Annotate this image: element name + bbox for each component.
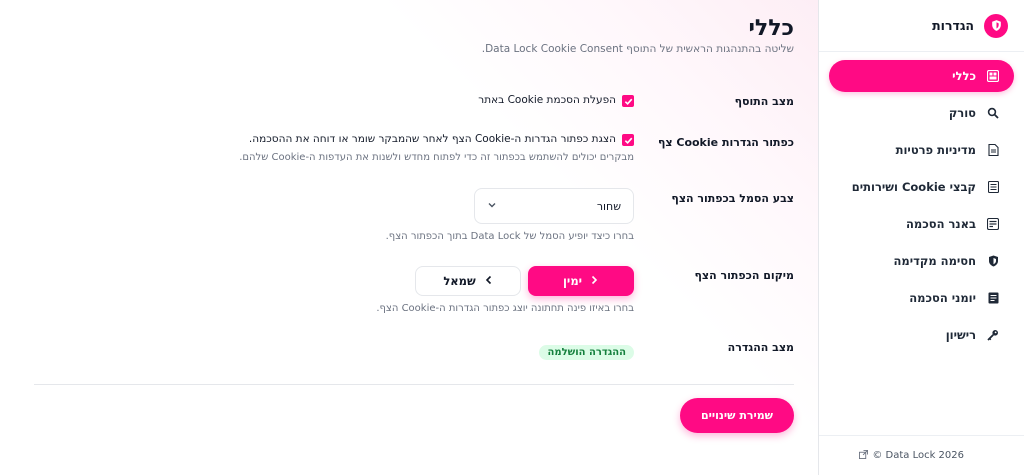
- chevron-down-icon: [487, 200, 497, 213]
- position-right-label: ימין: [562, 274, 583, 288]
- sidebar-item-label: כללי: [952, 69, 976, 83]
- sidebar-title: הגדרות: [932, 18, 974, 33]
- sidebar: הגדרות כללי סורק מדיניות פרטיות קבצי Coo…: [818, 0, 1024, 475]
- icon-color-field: שחור בחרו כיצד יופיע הסמל של Data Lock ב…: [194, 188, 634, 242]
- document-icon: [986, 143, 1000, 157]
- setup-state-field: ההגדרה הושלמה: [194, 340, 634, 360]
- position-right-button[interactable]: ימין: [528, 266, 634, 296]
- sidebar-item-consent-logs[interactable]: יומני הסכמה: [829, 282, 1014, 314]
- sidebar-item-label: סורק: [948, 106, 976, 120]
- page-title: כללי: [748, 16, 794, 41]
- enable-consent-checkbox[interactable]: [622, 95, 634, 107]
- list-icon: [986, 180, 1000, 194]
- position-left-label: שמאל: [443, 274, 476, 288]
- external-link-icon[interactable]: [859, 449, 869, 462]
- log-icon: [986, 291, 1000, 305]
- save-button[interactable]: שמירת שינויים: [680, 398, 794, 433]
- sidebar-item-label: רישיון: [945, 328, 976, 342]
- sidebar-item-label: באנר הסכמה: [906, 217, 976, 231]
- position-left-button[interactable]: שמאל: [415, 266, 521, 296]
- dashboard-icon: [986, 69, 1000, 83]
- status-badge: ההגדרה הושלמה: [539, 345, 634, 360]
- position-help: בחרו באיזו פינה תחתונה יוצג כפתור הגדרות…: [376, 303, 634, 314]
- search-icon: [986, 106, 1000, 120]
- icon-color-value: שחור: [596, 199, 621, 213]
- floating-button-label: כפתור הגדרות Cookie צף: [657, 136, 794, 149]
- sidebar-item-general[interactable]: כללי: [829, 60, 1014, 92]
- sidebar-item-label: מדיניות פרטיות: [895, 143, 976, 157]
- footer-copyright: © Data Lock 2026: [872, 450, 964, 461]
- show-floating-button-checkbox[interactable]: [622, 134, 634, 146]
- icon-color-select[interactable]: שחור: [474, 188, 634, 224]
- sidebar-menu: כללי סורק מדיניות פרטיות קבצי Cookie ושי…: [819, 52, 1024, 351]
- sidebar-item-scanner[interactable]: סורק: [829, 97, 1014, 129]
- sidebar-item-privacy-policy[interactable]: מדיניות פרטיות: [829, 134, 1014, 166]
- page-subtitle: שליטה בהתנהגות הראשית של התוסף Data Lock…: [481, 43, 794, 55]
- sidebar-header: הגדרות: [819, 0, 1024, 52]
- plugin-state-label: מצב התוסף: [734, 95, 794, 108]
- shield-logo-icon: [984, 13, 1008, 38]
- chevron-right-icon: [590, 274, 599, 288]
- sidebar-item-cookies-services[interactable]: קבצי Cookie ושירותים: [829, 171, 1014, 203]
- banner-icon: [986, 217, 1000, 231]
- icon-color-help: בחרו כיצד יופיע הסמל של Data Lock בתוך ה…: [385, 231, 634, 242]
- show-floating-button-label: הצגת כפתור הגדרות ה-Cookie הצף לאחר שהמב…: [248, 133, 616, 145]
- icon-color-label: צבע הסמל בכפתור הצף: [671, 192, 794, 205]
- enable-consent-checkbox-row[interactable]: הפעלת הסכמת Cookie באתר: [194, 94, 634, 107]
- position-label: מיקום הכפתור הצף: [694, 269, 795, 282]
- floating-button-help: מבקרים יכולים להשתמש בכפתור זה כדי לפתוח…: [239, 152, 634, 163]
- key-icon: [986, 328, 1000, 342]
- divider: [34, 384, 794, 385]
- sidebar-item-label: קבצי Cookie ושירותים: [851, 180, 976, 194]
- sidebar-item-consent-banner[interactable]: באנר הסכמה: [829, 208, 1014, 240]
- setup-state-label: מצב ההגדרה: [727, 341, 794, 354]
- sidebar-item-license[interactable]: רישיון: [829, 319, 1014, 351]
- plugin-state-field: הפעלת הסכמת Cookie באתר: [194, 94, 634, 107]
- sidebar-item-prior-blocking[interactable]: חסימה מקדימה: [829, 245, 1014, 277]
- chevron-left-icon: [484, 274, 493, 288]
- position-toggle-group: ימין שמאל: [194, 266, 634, 296]
- main-content: כללי שליטה בהתנהגות הראשית של התוסף Data…: [0, 0, 818, 475]
- show-floating-button-checkbox-row[interactable]: הצגת כפתור הגדרות ה-Cookie הצף לאחר שהמב…: [194, 133, 634, 146]
- shield-icon: [986, 254, 1000, 268]
- sidebar-item-label: יומני הסכמה: [909, 291, 976, 305]
- sidebar-footer: © Data Lock 2026: [819, 435, 1024, 475]
- position-field: ימין שמאל בחרו באיזו פינה תחתונה יוצג כפ…: [194, 266, 634, 314]
- enable-consent-label: הפעלת הסכמת Cookie באתר: [478, 94, 616, 106]
- sidebar-item-label: חסימה מקדימה: [893, 254, 977, 268]
- floating-button-field: הצגת כפתור הגדרות ה-Cookie הצף לאחר שהמב…: [194, 133, 634, 163]
